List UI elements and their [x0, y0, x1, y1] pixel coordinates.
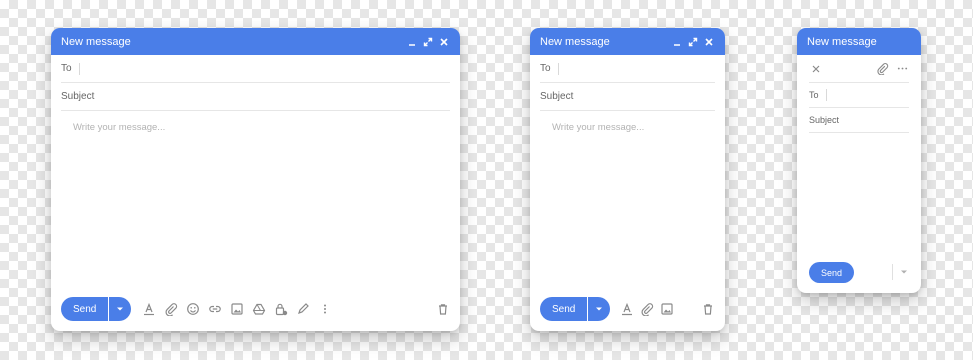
subject-label: Subject: [809, 115, 840, 125]
chevron-down-icon: [117, 307, 124, 311]
send-options-button[interactable]: [109, 297, 132, 321]
text-cursor: [826, 89, 827, 101]
subject-field[interactable]: Subject: [61, 83, 450, 111]
mobile-action-row: [809, 55, 909, 83]
compose-window-large: New message To Subject Write your messag…: [51, 28, 460, 331]
message-placeholder: Write your message...: [552, 122, 645, 133]
window-title: New message: [807, 35, 877, 48]
pen-icon[interactable]: [296, 302, 310, 316]
message-body-input[interactable]: Write your message...: [540, 111, 715, 144]
text-cursor: [558, 62, 559, 75]
title-bar: New message: [797, 28, 921, 55]
chevron-down-icon: [596, 307, 603, 311]
compose-toolbar: Send: [61, 297, 450, 321]
compose-window-mobile: New message To Subject Send: [797, 28, 921, 293]
window-title: New message: [540, 35, 610, 48]
paperclip-icon[interactable]: [875, 62, 889, 76]
subject-field[interactable]: Subject: [540, 83, 715, 111]
send-button[interactable]: Send: [809, 262, 855, 283]
close-icon[interactable]: [703, 36, 715, 48]
text-cursor: [79, 62, 80, 75]
subject-label: Subject: [540, 91, 574, 102]
drive-icon[interactable]: [252, 302, 266, 316]
paperclip-icon[interactable]: [164, 302, 178, 316]
close-icon[interactable]: [809, 62, 823, 76]
to-field[interactable]: To: [61, 55, 450, 83]
link-icon[interactable]: [208, 302, 222, 316]
lock-icon[interactable]: [274, 302, 288, 316]
compose-toolbar: Send: [540, 297, 715, 321]
text-format-icon[interactable]: [142, 302, 156, 316]
trash-icon[interactable]: [701, 302, 715, 316]
title-bar: New message: [51, 28, 460, 55]
subject-field[interactable]: Subject: [809, 108, 909, 133]
text-format-icon[interactable]: [620, 302, 634, 316]
image-icon[interactable]: [660, 302, 674, 316]
send-options-button[interactable]: [588, 297, 611, 321]
trash-icon[interactable]: [436, 302, 450, 316]
subject-label: Subject: [61, 91, 95, 102]
send-button[interactable]: Send: [540, 297, 588, 321]
to-field[interactable]: To: [540, 55, 715, 83]
message-body-input[interactable]: Write your message...: [61, 111, 450, 144]
minimize-icon[interactable]: [671, 36, 683, 48]
expand-icon[interactable]: [422, 36, 434, 48]
chevron-down-icon[interactable]: [898, 267, 910, 277]
message-placeholder: Write your message...: [73, 122, 166, 133]
send-button[interactable]: Send: [61, 297, 109, 321]
close-icon[interactable]: [438, 36, 450, 48]
title-bar: New message: [530, 28, 725, 55]
expand-icon[interactable]: [687, 36, 699, 48]
more-vertical-icon[interactable]: [318, 302, 332, 316]
to-label: To: [809, 90, 819, 100]
to-field[interactable]: To: [809, 83, 909, 108]
window-title: New message: [61, 35, 131, 48]
emoji-icon[interactable]: [186, 302, 200, 316]
compose-window-medium: New message To Subject Write your messag…: [530, 28, 725, 331]
divider: [892, 264, 893, 280]
to-label: To: [61, 63, 72, 74]
send-group: Send: [61, 297, 132, 321]
to-label: To: [540, 63, 551, 74]
minimize-icon[interactable]: [406, 36, 418, 48]
paperclip-icon[interactable]: [640, 302, 654, 316]
image-icon[interactable]: [230, 302, 244, 316]
more-horizontal-icon[interactable]: [895, 62, 909, 76]
send-group: Send: [540, 297, 611, 321]
